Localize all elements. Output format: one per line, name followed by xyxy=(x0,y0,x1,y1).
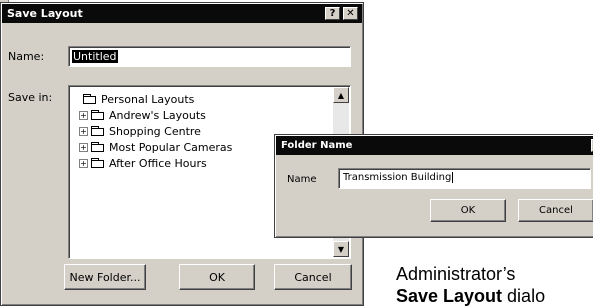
tree-item-shopping-centre[interactable]: + Shopping Centre xyxy=(79,124,201,138)
caption-line-1: Administrator’s xyxy=(396,264,516,284)
folder-icon xyxy=(91,126,105,136)
folder-icon xyxy=(91,142,105,152)
dialog-title: Folder Name xyxy=(281,140,353,151)
save-layout-titlebar[interactable]: Save Layout ? ✕ xyxy=(2,4,362,23)
layout-name-value: Untitled xyxy=(72,50,118,63)
folder-icon xyxy=(91,110,105,120)
folder-name-label: Name xyxy=(287,174,317,185)
tree-item-after-office-hours[interactable]: + After Office Hours xyxy=(79,156,207,170)
expand-plus-icon[interactable]: + xyxy=(79,158,88,168)
cancel-button[interactable]: Cancel xyxy=(518,199,593,222)
ok-button[interactable]: OK xyxy=(179,264,255,290)
name-label: Name: xyxy=(8,50,45,63)
layout-name-input[interactable]: Untitled xyxy=(68,46,351,67)
folder-name-dialog: Folder Name ✕ Name Transmission Building… xyxy=(274,134,593,238)
folder-name-input[interactable]: Transmission Building xyxy=(338,168,591,189)
close-icon: ✕ xyxy=(346,8,355,19)
text-cursor xyxy=(452,172,454,183)
save-in-label: Save in: xyxy=(8,91,53,104)
expand-plus-icon[interactable]: + xyxy=(79,142,88,152)
tree-item-andrews-layouts[interactable]: + Andrew's Layouts xyxy=(79,108,206,122)
close-button[interactable]: ✕ xyxy=(343,7,358,20)
expand-plus-icon[interactable]: + xyxy=(79,126,88,136)
folder-icon xyxy=(83,94,97,104)
folder-name-titlebar[interactable]: Folder Name ✕ xyxy=(276,136,593,155)
caption-line-2: Save Layout dialo xyxy=(396,286,546,306)
new-folder-button[interactable]: New Folder... xyxy=(64,264,146,290)
tree-item-most-popular-cameras[interactable]: + Most Popular Cameras xyxy=(79,140,232,154)
ok-button[interactable]: OK xyxy=(430,199,506,222)
dialog-title: Save Layout xyxy=(7,7,83,20)
help-button[interactable]: ? xyxy=(325,7,340,20)
expand-plus-icon[interactable]: + xyxy=(79,110,88,120)
cancel-button[interactable]: Cancel xyxy=(274,264,352,290)
tree-item-personal-layouts[interactable]: Personal Layouts xyxy=(83,92,194,106)
scroll-up-arrow-icon[interactable]: ▲ xyxy=(333,87,349,103)
scroll-down-arrow-icon[interactable]: ▼ xyxy=(333,241,349,257)
folder-icon xyxy=(91,158,105,168)
folder-name-value: Transmission Building xyxy=(343,172,452,183)
